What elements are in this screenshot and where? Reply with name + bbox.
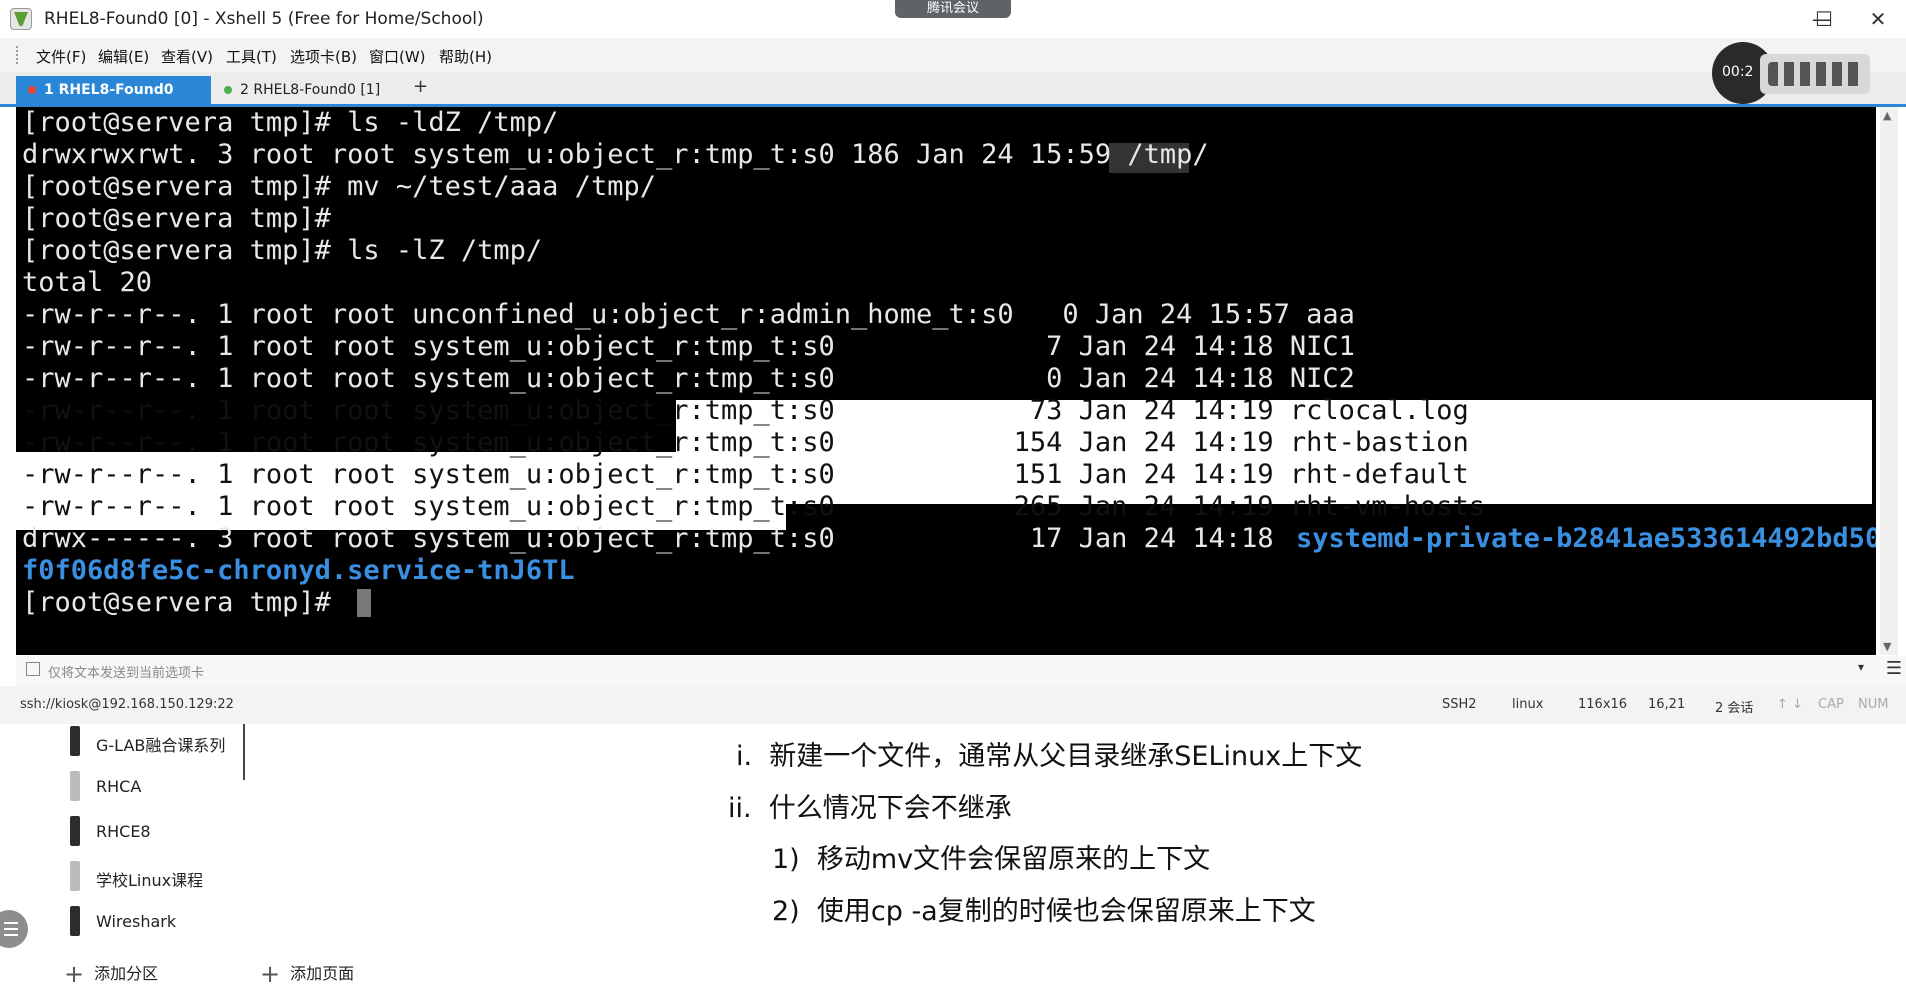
- bilibili-logo-icon: [1760, 54, 1870, 94]
- transfer-arrows-icon: ↑ ↓: [1777, 697, 1803, 712]
- menu-view[interactable]: 查看(V): [161, 46, 213, 67]
- window-title: RHEL8-Found0 [0] - Xshell 5 (Free for Ho…: [44, 9, 484, 29]
- compose-bar[interactable]: 仅将文本发送到当前选项卡 ▾ ☰: [16, 656, 1906, 687]
- terminal-line: -rw-r--r--. 1 root root system_u:object_…: [22, 363, 1355, 394]
- plus-icon: +: [260, 960, 281, 988]
- compose-icon: [26, 662, 40, 676]
- terminal-cursor: [357, 589, 371, 617]
- protocol-status: SSH2: [1442, 697, 1477, 712]
- terminal-line: total 20: [22, 267, 153, 298]
- note-line[interactable]: 2) 使用cp -a复制的时候也会保留原来上下文: [772, 889, 1316, 928]
- notebook-icon: [70, 906, 80, 936]
- cursor-position-status: 16,21: [1648, 697, 1686, 712]
- sidebar-divider: [243, 724, 245, 780]
- note-line[interactable]: i. 新建一个文件，通常从父目录继承SELinux上下文: [736, 734, 1362, 773]
- tab-session-1[interactable]: 1 RHEL8-Found0 [0]: [16, 76, 211, 126]
- add-page-label: 添加页面: [290, 964, 355, 983]
- title-bar: RHEL8-Found0 [0] - Xshell 5 (Free for Ho…: [0, 0, 1906, 39]
- systemd-dir-name: systemd-private-b2841ae533614492bd500: [1296, 523, 1876, 554]
- timer-text: 00:2: [1722, 64, 1754, 80]
- terminal-scrollbar[interactable]: ▲ ▼: [1880, 107, 1898, 655]
- notebook-label: 学校Linux课程: [96, 871, 204, 890]
- menu-file[interactable]: 文件(F): [36, 46, 86, 67]
- scroll-down-icon[interactable]: ▼: [1883, 640, 1891, 653]
- maximize-button[interactable]: ☐: [1796, 0, 1852, 38]
- caps-lock-status: CAP: [1818, 697, 1844, 712]
- terminal-line: [root@servera tmp]# mv ~/test/aaa /tmp/: [22, 171, 656, 202]
- menu-window[interactable]: 窗口(W): [369, 46, 426, 67]
- num-lock-status: NUM: [1858, 697, 1889, 712]
- xshell-app-icon[interactable]: [10, 8, 32, 30]
- terminal-size-status: 116x16: [1578, 697, 1628, 712]
- tab-label: 2 RHEL8-Found0 [1]: [240, 82, 381, 98]
- menu-bar: 文件(F) 编辑(E) 查看(V) 工具(T) 选项卡(B) 窗口(W) 帮助(…: [0, 38, 1906, 72]
- status-bar: ssh://kiosk@192.168.150.129:22 SSH2 linu…: [0, 686, 1906, 725]
- toolbar-grip-icon: [16, 46, 21, 64]
- notebook-icon: [70, 861, 80, 891]
- session-tab-bar: 1 RHEL8-Found0 [0] 2 RHEL8-Found0 [1]: [0, 72, 1906, 126]
- notebook-icon: [70, 771, 80, 801]
- scroll-up-icon[interactable]: ▲: [1883, 109, 1891, 122]
- menu-edit[interactable]: 编辑(E): [98, 46, 149, 67]
- connection-address: ssh://kiosk@192.168.150.129:22: [20, 697, 234, 712]
- note-line[interactable]: ii. 什么情况下会不继承: [728, 786, 1012, 825]
- note-line[interactable]: 1) 移动mv文件会保留原来的上下文: [772, 837, 1210, 876]
- terminal-line: drwxrwxrwt. 3 root root system_u:object_…: [22, 139, 1209, 170]
- compose-placeholder[interactable]: 仅将文本发送到当前选项卡: [48, 662, 204, 681]
- terminal-line-selected: -rw-r--r--. 1 root root system_u:object_…: [22, 395, 1469, 426]
- notebook-label: RHCA: [96, 777, 142, 796]
- bilibili-watermark: 00:2: [1712, 40, 1882, 106]
- terminal-line-selected: -rw-r--r--. 1 root root system_u:object_…: [22, 427, 1469, 458]
- notebook-item[interactable]: RHCA: [64, 769, 240, 805]
- menu-help[interactable]: 帮助(H): [439, 46, 492, 67]
- notebook-label: G-LAB融合课系列: [96, 736, 226, 755]
- compose-dropdown-icon[interactable]: ▾: [1858, 660, 1864, 674]
- terminal-line-selected: -rw-r--r--. 1 root root system_u:object_…: [22, 459, 1469, 490]
- add-section-button[interactable]: + 添加分区: [64, 960, 158, 988]
- menu-tabs[interactable]: 选项卡(B): [290, 46, 357, 67]
- close-button[interactable]: ✕: [1850, 0, 1906, 38]
- notebook-icon: [70, 816, 80, 846]
- new-tab-button[interactable]: +: [413, 76, 428, 97]
- session-count-status: 2 会话: [1715, 701, 1754, 716]
- session-status-icon: [224, 86, 232, 94]
- meeting-badge[interactable]: 腾讯会议: [895, 0, 1011, 18]
- add-page-button[interactable]: + 添加页面: [260, 960, 354, 988]
- session-status-icon: [28, 86, 36, 94]
- terminal-line: -rw-r--r--. 1 root root unconfined_u:obj…: [22, 299, 1355, 330]
- notebook-label: RHCE8: [96, 822, 151, 841]
- plus-icon: +: [64, 960, 85, 988]
- add-section-label: 添加分区: [94, 964, 159, 983]
- terminal-line: -rw-r--r--. 1 root root system_u:object_…: [22, 331, 1355, 362]
- terminal-screen[interactable]: [root@servera tmp]# ls -ldZ /tmp/ drwxrw…: [16, 107, 1876, 655]
- terminal-line-selected: -rw-r--r--. 1 root root system_u:object_…: [22, 491, 1485, 522]
- notebook-icon: [70, 726, 80, 756]
- compose-menu-icon[interactable]: ☰: [1886, 658, 1902, 679]
- systemd-dir-name-wrap: f0f06d8fe5c-chronyd.service-tnJ6TL: [22, 555, 575, 586]
- notebook-item[interactable]: G-LAB融合课系列: [64, 724, 240, 760]
- notebook-label: Wireshark: [96, 912, 177, 931]
- tab-session-2[interactable]: 2 RHEL8-Found0 [1]: [212, 76, 402, 104]
- notebook-item[interactable]: Wireshark: [64, 904, 240, 940]
- notebook-item[interactable]: 学校Linux课程: [64, 859, 240, 895]
- terminal-type-status: linux: [1512, 697, 1544, 712]
- terminal-line: [root@servera tmp]#: [22, 203, 331, 234]
- notebook-item[interactable]: RHCE8: [64, 814, 240, 850]
- terminal-line: [root@servera tmp]# ls -lZ /tmp/: [22, 235, 543, 266]
- terminal-line: [root@servera tmp]# ls -ldZ /tmp/: [22, 107, 559, 138]
- terminal-prompt: [root@servera tmp]#: [22, 587, 348, 618]
- terminal-line: drwx------. 3 root root system_u:object_…: [22, 523, 1290, 554]
- menu-tools[interactable]: 工具(T): [226, 46, 277, 67]
